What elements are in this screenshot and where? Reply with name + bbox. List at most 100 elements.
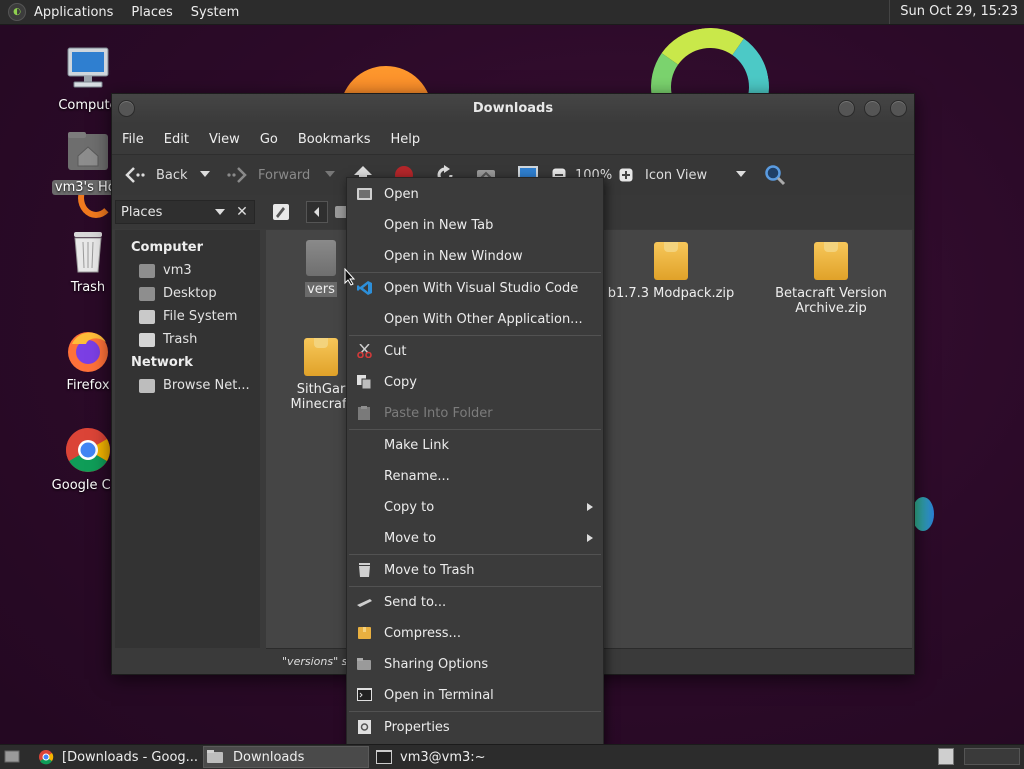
sidebar-item-desktop[interactable]: Desktop xyxy=(115,282,260,305)
submenu-arrow-icon xyxy=(587,534,593,542)
zip-archive-icon xyxy=(654,242,688,280)
menu-item-label: Rename... xyxy=(384,469,450,484)
menu-item-open-in-terminal[interactable]: Open in Terminal xyxy=(347,680,603,711)
menu-item-open-with-vscode[interactable]: Open With Visual Studio Code xyxy=(347,273,603,304)
computer-icon xyxy=(64,46,112,94)
menu-item-rename[interactable]: Rename... xyxy=(347,461,603,492)
places-menu[interactable]: Places xyxy=(131,5,172,20)
compress-icon xyxy=(358,627,371,639)
forward-history-dropdown-icon[interactable] xyxy=(325,171,335,179)
zoom-in-icon[interactable] xyxy=(619,168,633,182)
applications-menu[interactable]: Applications xyxy=(34,5,113,20)
menu-item-sharing-options[interactable]: Sharing Options xyxy=(347,649,603,680)
menu-logo-icon[interactable]: ◐ xyxy=(8,3,26,21)
menu-item-move-to-trash[interactable]: Move to Trash xyxy=(347,555,603,586)
menu-item-paste-into-folder[interactable]: Paste Into Folder xyxy=(347,398,603,429)
workspace-switcher-2[interactable] xyxy=(964,748,1020,765)
terminal-icon xyxy=(376,750,392,764)
copy-icon xyxy=(357,375,372,389)
forward-label: Forward xyxy=(258,167,311,183)
file-item[interactable]: Betacraft Version Archive.zip xyxy=(761,242,901,316)
menu-item-open-with-other[interactable]: Open With Other Application... xyxy=(347,304,603,335)
menu-item-label: Cut xyxy=(384,344,407,359)
system-menu[interactable]: System xyxy=(191,5,239,20)
menu-item-open-new-window[interactable]: Open in New Window xyxy=(347,241,603,272)
chrome-icon xyxy=(39,750,54,765)
forward-button[interactable]: Forward xyxy=(226,166,310,184)
back-history-dropdown-icon[interactable] xyxy=(200,171,210,179)
sidebar-item-file-system[interactable]: File System xyxy=(115,305,260,328)
maximize-button[interactable] xyxy=(864,100,881,117)
desktop-icon-label: Firefox xyxy=(66,378,110,393)
menu-edit[interactable]: Edit xyxy=(164,132,189,147)
menu-item-copy-to[interactable]: Copy to xyxy=(347,492,603,523)
taskbar-item-terminal[interactable]: vm3@vm3:~ xyxy=(374,746,544,768)
search-icon[interactable] xyxy=(764,164,786,186)
terminal-icon xyxy=(357,688,372,701)
network-icon xyxy=(139,378,155,393)
view-mode-dropdown-icon[interactable] xyxy=(736,171,746,179)
menu-item-cut[interactable]: Cut xyxy=(347,336,603,367)
vscode-icon xyxy=(357,281,372,295)
view-mode-select[interactable]: Icon View xyxy=(645,168,707,183)
path-back-arrow[interactable] xyxy=(306,201,328,223)
taskbar-item-downloads[interactable]: Downloads xyxy=(203,746,369,768)
view-mode-label: Icon View xyxy=(645,167,708,183)
close-sidebar-icon[interactable]: ✕ xyxy=(231,200,253,224)
menu-item-open-new-tab[interactable]: Open in New Tab xyxy=(347,210,603,241)
menu-bar: File Edit View Go Bookmarks Help xyxy=(112,124,914,154)
clock[interactable]: Sun Oct 29, 15:23 xyxy=(889,0,1024,24)
close-button[interactable] xyxy=(890,100,907,117)
firefox-icon xyxy=(64,326,112,374)
menu-item-label: Open in New Window xyxy=(384,249,523,264)
menu-item-label: Move to xyxy=(384,531,437,546)
send-icon xyxy=(357,599,372,607)
sidebar-item-vm3[interactable]: vm3 xyxy=(115,259,260,282)
chevron-left-icon xyxy=(314,207,319,217)
context-menu: Open Open in New Tab Open in New Window … xyxy=(346,177,604,746)
show-desktop-icon[interactable] xyxy=(4,749,20,765)
menu-item-move-to[interactable]: Move to xyxy=(347,523,603,554)
file-item[interactable]: b1.7.3 Modpack.zip xyxy=(601,242,741,301)
sidebar-item-label: vm3 xyxy=(163,263,192,278)
edit-location-icon[interactable] xyxy=(272,203,290,221)
sidebar-item-trash[interactable]: Trash xyxy=(115,328,260,351)
sidebar-item-label: Trash xyxy=(163,332,198,347)
forward-arrow-icon xyxy=(227,167,247,183)
menu-item-open[interactable]: Open xyxy=(347,179,603,210)
menu-item-label: Copy xyxy=(384,375,417,390)
menu-item-label: Move to Trash xyxy=(384,563,475,578)
mouse-cursor-icon xyxy=(344,268,356,286)
workspace-switcher[interactable] xyxy=(938,748,954,765)
file-name: vers xyxy=(305,282,337,297)
folder-icon xyxy=(207,750,223,763)
minimize-button[interactable] xyxy=(838,100,855,117)
file-name: b1.7.3 Modpack.zip xyxy=(607,286,735,301)
taskbar-item-chrome[interactable]: [Downloads - Goog... xyxy=(36,746,202,768)
paste-icon xyxy=(358,406,370,420)
menu-item-label: Make Link xyxy=(384,438,449,453)
menu-item-copy[interactable]: Copy xyxy=(347,367,603,398)
trash-icon xyxy=(359,563,370,577)
menu-view[interactable]: View xyxy=(209,132,240,147)
places-label: Places xyxy=(121,204,163,220)
file-name-line1: Betacraft Version xyxy=(775,286,887,301)
back-button[interactable]: Back xyxy=(124,166,188,184)
menu-item-label: Open in Terminal xyxy=(384,688,494,703)
folder-icon xyxy=(306,240,336,276)
properties-icon xyxy=(358,720,371,734)
sidebar-item-browse-network[interactable]: Browse Net... xyxy=(115,374,260,397)
home-folder-icon xyxy=(64,128,112,176)
menu-item-send-to[interactable]: Send to... xyxy=(347,587,603,618)
back-arrow-icon xyxy=(125,167,145,183)
menu-file[interactable]: File xyxy=(122,132,144,147)
menu-item-make-link[interactable]: Make Link xyxy=(347,430,603,461)
menu-item-compress[interactable]: Compress... xyxy=(347,618,603,649)
menu-bookmarks[interactable]: Bookmarks xyxy=(298,132,371,147)
menu-go[interactable]: Go xyxy=(260,132,278,147)
places-sidebar: Computer vm3 Desktop File System Trash N… xyxy=(115,230,260,648)
menu-item-properties[interactable]: Properties xyxy=(347,712,603,743)
menu-help[interactable]: Help xyxy=(390,132,420,147)
title-bar[interactable]: Downloads xyxy=(112,94,914,124)
menu-item-label: Send to... xyxy=(384,595,447,610)
